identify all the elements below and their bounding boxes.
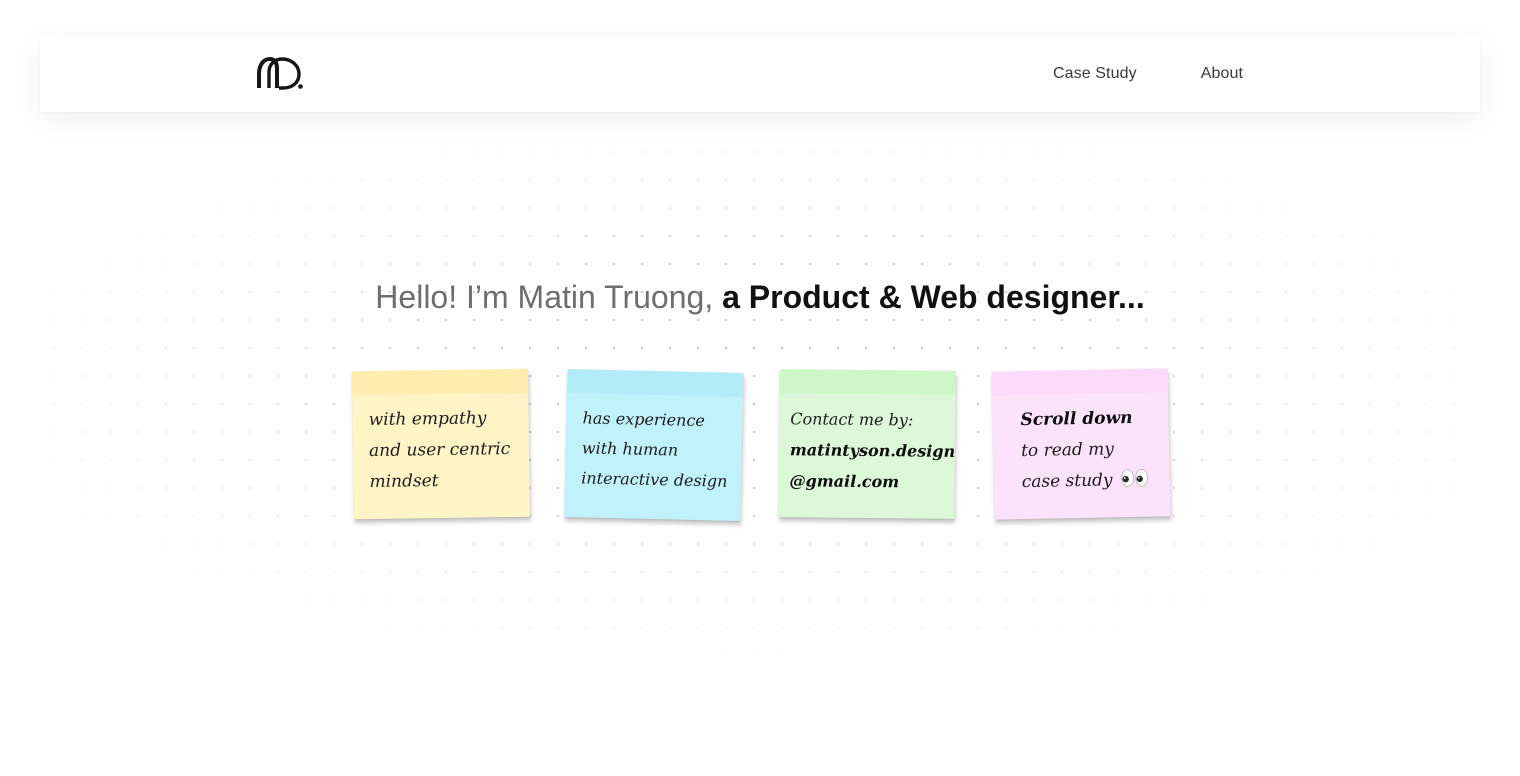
- sticky-note-line: has experience: [582, 408, 706, 431]
- sticky-note-experience: has experience with human interactive de…: [564, 369, 744, 521]
- navbar: Case Study About: [40, 36, 1480, 112]
- main-nav: Case Study About: [1053, 36, 1243, 112]
- sticky-note-line: interactive design: [581, 468, 728, 491]
- sticky-note-tape: [567, 369, 744, 398]
- sticky-note-line: to read my: [1020, 439, 1115, 462]
- nav-link-case-study[interactable]: Case Study: [1053, 65, 1137, 83]
- scroll-cta: Scroll down: [1020, 408, 1133, 431]
- hero-role: a Product & Web designer...: [722, 279, 1145, 315]
- contact-heading: Contact me by:: [790, 409, 914, 430]
- dotted-background: [40, 110, 1480, 670]
- sticky-note-line-text: case study: [1021, 470, 1113, 493]
- logo-mark-icon: [257, 56, 303, 90]
- sticky-note-tape: [351, 368, 529, 396]
- sticky-note-tape: [779, 369, 956, 395]
- sticky-note-line-with-icon: case study: [1021, 465, 1156, 499]
- sticky-note-scroll: Scroll down to read my case study: [991, 368, 1171, 520]
- sticky-note-line: and user centric: [368, 439, 511, 462]
- page: Case Study About Hello! I’m Matin Truong…: [0, 0, 1520, 776]
- sticky-note-empathy: with empathy and user centric mindset: [351, 368, 531, 520]
- eyes-emoji-icon: [1120, 467, 1148, 488]
- sticky-note-line: with human: [581, 438, 679, 460]
- contact-email-part-2[interactable]: @gmail.com: [789, 465, 948, 498]
- sticky-note-line: mindset: [369, 471, 439, 493]
- sticky-note-tape: [991, 368, 1169, 396]
- contact-email-part-1[interactable]: matintyson.design: [790, 434, 955, 467]
- hero-intro: Hello! I’m Matin Truong,: [375, 279, 714, 315]
- sticky-note-contact: Contact me by: matintyson.design @gmail.…: [778, 369, 956, 519]
- nav-link-about[interactable]: About: [1201, 65, 1243, 83]
- logo[interactable]: [255, 54, 305, 94]
- sticky-note-line: with empathy: [368, 408, 487, 431]
- hero-headline: Hello! I’m Matin Truong, a Product & Web…: [0, 276, 1520, 318]
